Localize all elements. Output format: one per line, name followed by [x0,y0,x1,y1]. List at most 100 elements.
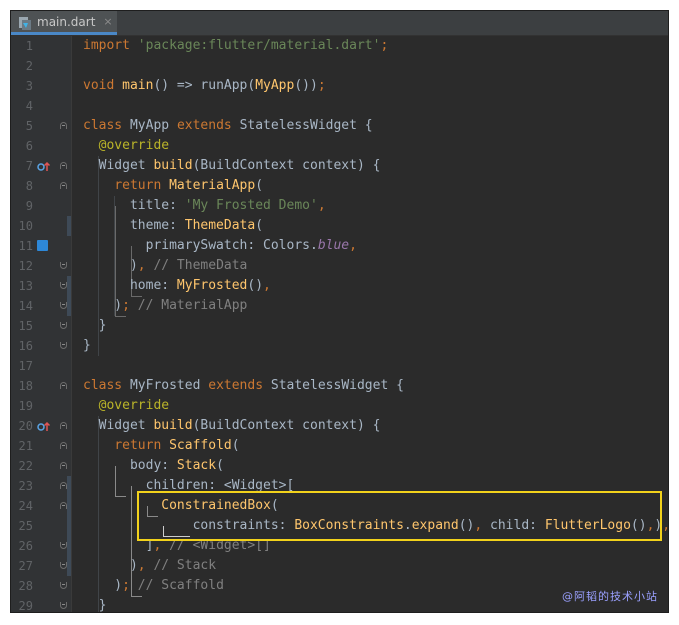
close-icon[interactable]: × [103,15,112,28]
ide-window: main.dart × 1 import 'package:flutter/mat… [10,10,669,613]
override-marker-icon[interactable] [37,420,51,432]
code-line[interactable]: 17 [11,356,668,376]
code-text[interactable]: return Scaffold( [83,436,239,456]
line-number: 6 [25,139,33,153]
line-number: 13 [18,279,33,293]
fold-close-icon[interactable] [60,542,67,549]
line-number: 18 [18,379,33,393]
line-number: 24 [18,499,33,513]
code-text[interactable]: ); // MaterialApp [83,296,247,316]
code-line[interactable]: 16} [11,336,668,356]
code-line[interactable]: 27 ), // Stack [11,556,668,576]
fold-close-icon[interactable] [60,582,67,589]
line-number: 17 [18,359,33,373]
fold-open-icon[interactable] [60,182,67,189]
code-line[interactable]: 7 Widget build(BuildContext context) { [11,156,668,176]
code-text[interactable]: Widget build(BuildContext context) { [83,156,381,176]
fold-close-icon[interactable] [60,602,67,609]
line-number: 16 [18,339,33,353]
code-text[interactable]: theme: ThemeData( [83,216,263,236]
code-text[interactable]: primarySwatch: Colors.blue, [83,236,357,256]
line-number: 14 [18,299,33,313]
highlight-box [137,491,662,541]
line-number: 15 [18,319,33,333]
line-number: 12 [18,259,33,273]
code-line[interactable]: 12 ), // ThemeData [11,256,668,276]
code-line[interactable]: 20 Widget build(BuildContext context) { [11,416,668,436]
code-text[interactable]: ), // ThemeData [83,256,247,276]
dart-file-icon [19,15,31,30]
fold-open-icon[interactable] [60,122,67,129]
override-marker-icon[interactable] [37,160,51,172]
code-text[interactable]: title: 'My Frosted Demo', [83,196,326,216]
line-number: 28 [18,579,33,593]
line-number: 5 [25,119,33,133]
code-line[interactable]: 21 return Scaffold( [11,436,668,456]
line-number: 4 [25,99,33,113]
code-text[interactable]: class MyFrosted extends StatelessWidget … [83,376,404,396]
line-number: 11 [18,239,33,253]
code-line[interactable]: 6 @override [11,136,668,156]
code-line[interactable]: 1 import 'package:flutter/material.dart'; [11,36,668,56]
line-number: 2 [25,59,33,73]
line-number: 10 [18,219,33,233]
code-line[interactable]: 10 theme: ThemeData( [11,216,668,236]
fold-close-icon[interactable] [60,262,67,269]
fold-close-icon[interactable] [60,282,67,289]
line-number: 27 [18,559,33,573]
fold-open-icon[interactable] [60,442,67,449]
line-number: 20 [18,419,33,433]
code-line[interactable]: 14 ); // MaterialApp [11,296,668,316]
line-number: 22 [18,459,33,473]
line-number: 7 [25,159,33,173]
code-text[interactable]: class MyApp extends StatelessWidget { [83,116,373,136]
line-number: 8 [25,179,33,193]
code-text[interactable]: ); // Scaffold [83,576,224,596]
code-text[interactable]: void main() => runApp(MyApp()); [83,76,326,96]
line-number: 19 [18,399,33,413]
code-editor[interactable]: 1 import 'package:flutter/material.dart';… [11,36,668,612]
line-number: 9 [25,199,33,213]
code-text[interactable]: body: Stack( [83,456,224,476]
code-line[interactable]: 19 @override [11,396,668,416]
color-swatch-icon[interactable] [37,240,48,251]
fold-open-icon[interactable] [60,422,67,429]
line-number: 21 [18,439,33,453]
fold-open-icon[interactable] [60,462,67,469]
watermark: @阿韬的技术小站 [562,590,658,603]
code-text[interactable]: home: MyFrosted(), [83,276,271,296]
code-text[interactable]: @override [83,136,169,156]
code-text[interactable]: return MaterialApp( [83,176,263,196]
code-line[interactable]: 4 [11,96,668,116]
line-number: 25 [18,519,33,533]
code-text[interactable]: } [83,316,107,336]
fold-open-icon[interactable] [60,502,67,509]
code-line[interactable]: 22 body: Stack( [11,456,668,476]
code-text[interactable]: } [83,596,107,612]
fold-close-icon[interactable] [60,322,67,329]
code-line[interactable]: 13 home: MyFrosted(), [11,276,668,296]
code-text[interactable]: @override [83,396,169,416]
code-text[interactable]: ), // Stack [83,556,216,576]
line-number: 26 [18,539,33,553]
line-number: 1 [25,39,33,53]
code-line[interactable]: 15 } [11,316,668,336]
code-line[interactable]: 11 primarySwatch: Colors.blue, [11,236,668,256]
code-line[interactable]: 5 class MyApp extends StatelessWidget { [11,116,668,136]
fold-open-icon[interactable] [60,382,67,389]
code-line[interactable]: 2 [11,56,668,76]
code-line[interactable]: 9 title: 'My Frosted Demo', [11,196,668,216]
code-line[interactable]: 18 class MyFrosted extends StatelessWidge… [11,376,668,396]
tab-title: main.dart [37,14,96,29]
fold-close-icon[interactable] [60,302,67,309]
fold-open-icon[interactable] [60,482,67,489]
code-text[interactable]: Widget build(BuildContext context) { [83,416,381,436]
fold-close-icon[interactable] [60,342,67,349]
fold-open-icon[interactable] [60,162,67,169]
code-line[interactable]: 8 return MaterialApp( [11,176,668,196]
code-text[interactable]: } [83,336,91,356]
fold-close-icon[interactable] [60,562,67,569]
tab-main-dart[interactable]: main.dart × [11,11,117,35]
code-line[interactable]: 3 void main() => runApp(MyApp()); [11,76,668,96]
code-text[interactable]: import 'package:flutter/material.dart'; [83,36,388,56]
